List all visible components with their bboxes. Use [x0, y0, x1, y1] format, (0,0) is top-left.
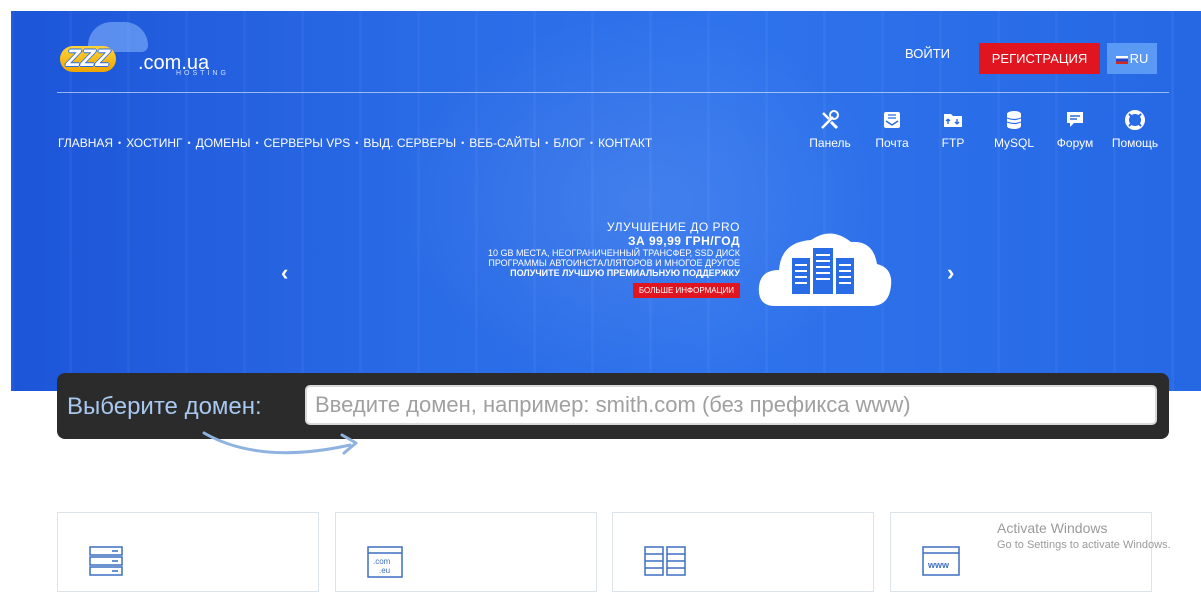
- tool-help-label: Помощь: [1111, 136, 1159, 150]
- curved-arrow-icon: [202, 431, 358, 455]
- nav-separator: •: [355, 138, 359, 148]
- nav-item-dedicated[interactable]: ВЫД. СЕРВЕРЫ: [363, 136, 456, 150]
- tool-forum[interactable]: Форум: [1045, 108, 1105, 150]
- nav-item-hosting[interactable]: ХОСТИНГ: [126, 136, 182, 150]
- tool-help[interactable]: Помощь: [1105, 108, 1165, 150]
- tool-forum-label: Форум: [1056, 136, 1094, 150]
- tool-ftp-label: FTP: [941, 136, 965, 150]
- login-link[interactable]: ВОЙТИ: [905, 46, 950, 61]
- nav-separator: •: [255, 138, 259, 148]
- server-racks-icon: [643, 543, 687, 582]
- windows-activation-watermark: Activate Windows Go to Settings to activ…: [997, 520, 1171, 551]
- cloud-servers-icon: [755, 220, 895, 310]
- database-icon: [984, 108, 1044, 132]
- nav-item-home[interactable]: ГЛАВНАЯ: [58, 136, 113, 150]
- promo-slide: УЛУЧШЕНИЕ ДО PRO ЗА 99,99 ГРН/ГОД 10 GB …: [380, 220, 740, 298]
- nav-item-vps[interactable]: СЕРВЕРЫ VPS: [264, 136, 351, 150]
- ftp-folder-icon: [923, 108, 983, 132]
- www-window-icon: www: [921, 543, 961, 582]
- promo-feature-1: 10 GB МЕСТА, НЕОГРАНИЧЕННЫЙ ТРАНСФЕР, SS…: [488, 248, 740, 258]
- tool-mysql[interactable]: MySQL: [984, 108, 1044, 150]
- language-selector[interactable]: RU: [1107, 43, 1157, 74]
- mail-icon: [862, 108, 922, 132]
- logo-subtitle: HOSTING: [176, 70, 229, 77]
- nav-item-websites[interactable]: ВЕБ-САЙТЫ: [469, 136, 540, 150]
- lifebuoy-icon: [1105, 108, 1165, 132]
- nav-item-contact[interactable]: КОНТАКТ: [598, 136, 652, 150]
- tool-mail[interactable]: Почта: [862, 108, 922, 150]
- tool-panel[interactable]: Панель: [800, 108, 860, 150]
- more-info-button[interactable]: БОЛЬШЕ ИНФОРМАЦИИ: [632, 283, 740, 298]
- forum-icon: [1045, 108, 1105, 132]
- nav-separator: •: [187, 138, 191, 148]
- promo-price: ЗА 99,99 ГРН/ГОД: [627, 234, 740, 248]
- russia-flag-icon: [1115, 56, 1128, 64]
- nav-separator: •: [118, 138, 122, 148]
- register-button[interactable]: РЕГИСТРАЦИЯ: [979, 43, 1100, 74]
- card-www-label: www: [927, 560, 950, 570]
- service-card-hosting[interactable]: [57, 512, 319, 592]
- promo-feature-2: ПРОГРАММЫ АВТОИНСТАЛЛЯТОРОВ И МНОГОЕ ДРУ…: [488, 258, 740, 268]
- tool-mysql-label: MySQL: [993, 136, 1034, 150]
- logo-brand: ZZZ: [60, 46, 116, 72]
- slider-prev-arrow[interactable]: ‹: [281, 260, 288, 286]
- slider-next-arrow[interactable]: ›: [947, 260, 954, 286]
- promo-title: УЛУЧШЕНИЕ ДО PRO: [606, 220, 740, 234]
- header-divider: [57, 92, 1169, 93]
- promo-support: ПОЛУЧИТЕ ЛУЧШУЮ ПРЕМИАЛЬНУЮ ПОДДЕРЖКУ: [510, 268, 740, 278]
- domain-search-label: Выберите домен:: [67, 393, 262, 420]
- nav-separator: •: [461, 138, 465, 148]
- language-label: RU: [1129, 51, 1149, 66]
- nav-separator: •: [589, 138, 594, 148]
- domain-search-input[interactable]: [305, 385, 1157, 425]
- site-logo[interactable]: ZZZ .com.ua HOSTING: [60, 22, 260, 80]
- service-card-domains[interactable]: .com .eu: [335, 512, 597, 592]
- nav-item-blog[interactable]: БЛОГ: [553, 136, 585, 150]
- card-domain-com: .com: [373, 557, 391, 566]
- tool-mail-label: Почта: [875, 136, 909, 150]
- main-nav: ГЛАВНАЯ • ХОСТИНГ • ДОМЕНЫ • СЕРВЕРЫ VPS • ВЫД. …: [58, 136, 652, 150]
- service-card-servers[interactable]: [612, 512, 874, 592]
- watermark-subtitle: Go to Settings to activate Windows.: [997, 539, 1171, 551]
- nav-separator: •: [545, 138, 549, 148]
- watermark-title: Activate Windows: [997, 520, 1108, 536]
- tool-panel-label: Панель: [809, 136, 851, 150]
- tool-ftp[interactable]: FTP: [923, 108, 983, 150]
- nav-item-domains[interactable]: ДОМЕНЫ: [196, 136, 251, 150]
- domain-com-eu-icon: .com .eu: [366, 543, 404, 584]
- tools-icon: [800, 108, 860, 132]
- server-stack-icon: [88, 543, 124, 582]
